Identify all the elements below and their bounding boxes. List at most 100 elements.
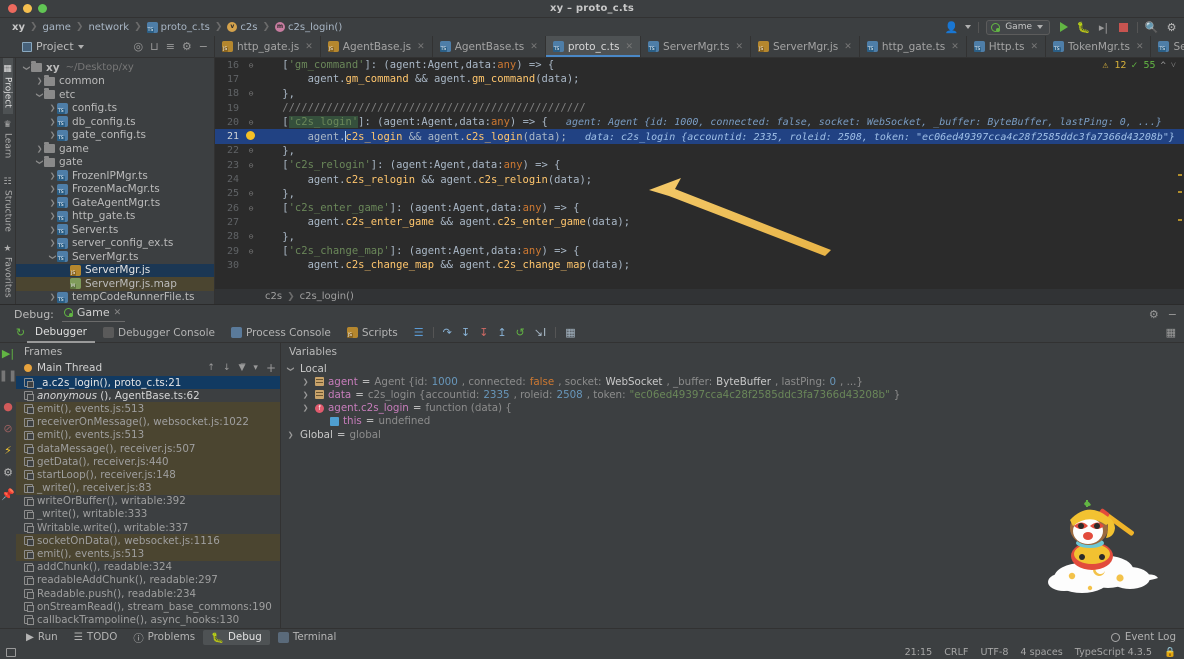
variable-row[interactable]: ❯ agent = Agent {id: 1000, connected: fal…: [281, 375, 1184, 388]
close-icon[interactable]: ✕: [417, 42, 425, 52]
frame-item[interactable]: onStreamRead(), stream_base_commons:190: [16, 600, 280, 613]
breadcrumb-network[interactable]: network: [88, 22, 129, 33]
chevron-down-icon[interactable]: ❯: [287, 363, 295, 374]
pause-icon[interactable]: ❚❚: [0, 369, 17, 382]
variable-row[interactable]: ❯ data = c2s_login {accountid: 2335, role…: [281, 388, 1184, 401]
editor-tab-servermgr-js[interactable]: ServerMgr.js ✕: [751, 36, 860, 57]
code-line[interactable]: 28 ⊖ },: [215, 230, 1184, 244]
chevron-right-icon[interactable]: ❯: [48, 185, 57, 193]
warning-count-badge[interactable]: ⚠ 12: [1102, 60, 1126, 71]
force-step-into-icon[interactable]: ↧: [479, 326, 488, 339]
chevron-down-icon[interactable]: ❯: [23, 63, 31, 72]
editor-tab-server-ts[interactable]: Server.ts✕: [1151, 36, 1184, 57]
tab-scripts[interactable]: Scripts: [339, 323, 406, 343]
close-icon[interactable]: ✕: [951, 42, 959, 52]
fold-marker[interactable]: ⊖: [245, 247, 257, 256]
tab-process-console[interactable]: Process Console: [223, 323, 339, 343]
editor-tab-servermgr-ts[interactable]: ServerMgr.ts ✕: [641, 36, 752, 57]
sidebar-item-structure[interactable]: ☷ Structure: [3, 171, 13, 238]
hide-icon[interactable]: −: [1168, 308, 1177, 321]
add-icon[interactable]: +: [266, 361, 276, 375]
code-line[interactable]: 18 ⊖ },: [215, 87, 1184, 101]
variable-row[interactable]: this = undefined: [281, 415, 1184, 428]
editor-breadcrumb-c2s[interactable]: c2s: [265, 291, 282, 302]
down-arrow-icon[interactable]: ↓: [223, 363, 231, 373]
tree-item[interactable]: ❯ gate_config.ts: [16, 129, 214, 143]
event-log-button[interactable]: Event Log: [1110, 631, 1184, 643]
tree-item[interactable]: ❯ xy ~/Desktop/xy: [16, 61, 214, 75]
frame-item[interactable]: _write(), receiver.js:83: [16, 481, 280, 495]
frame-item[interactable]: Writable.write(), writable:337: [16, 521, 280, 534]
frame-item[interactable]: _write(), writable:333: [16, 508, 280, 521]
step-over-icon[interactable]: ↷: [443, 326, 452, 339]
show-tool-windows-icon[interactable]: [6, 647, 16, 657]
tab-debugger[interactable]: Debugger: [27, 323, 95, 343]
code-line[interactable]: 26 ⊖ ['c2s_enter_game']: (agent:Agent,dat…: [215, 201, 1184, 215]
chevron-right-icon[interactable]: ❯: [48, 212, 57, 220]
code-line[interactable]: 30 agent.c2s_change_map && agent.c2s_cha…: [215, 258, 1184, 272]
layout-icon[interactable]: ▦: [565, 326, 575, 339]
settings-icon[interactable]: ⚙: [3, 466, 13, 479]
code-line[interactable]: 19 /////////////////////////////////////…: [215, 101, 1184, 115]
frame-item[interactable]: dataMessage(), receiver.js:507: [16, 441, 280, 456]
chevron-right-icon[interactable]: ❯: [48, 172, 57, 180]
search-icon[interactable]: 🔍: [1145, 21, 1159, 34]
close-icon[interactable]: ✕: [625, 42, 633, 52]
editor-tab-http_gate-ts[interactable]: http_gate.ts ✕: [859, 36, 967, 57]
code-line[interactable]: 17 agent.gm_command && agent.gm_command(…: [215, 72, 1184, 86]
tree-item[interactable]: ❯ GateAgentMgr.ts: [16, 196, 214, 210]
close-icon[interactable]: ✕: [305, 42, 313, 52]
frame-item[interactable]: emit(), events.js:513: [16, 547, 280, 561]
thread-selector[interactable]: Main Thread ↑ ↓ ▼̅ ▾ +: [16, 360, 280, 376]
tree-item[interactable]: ❯ server_config_ex.ts: [16, 237, 214, 251]
variable-row[interactable]: ❯ Local: [281, 362, 1184, 375]
chevron-right-icon[interactable]: ❯: [48, 131, 57, 139]
tree-item[interactable]: ❯ FrozenMacMgr.ts: [16, 183, 214, 197]
tree-item[interactable]: ❯ Server.ts: [16, 223, 214, 237]
frame-item[interactable]: emit(), events.js:513: [16, 402, 280, 416]
code-line[interactable]: 24 agent.c2s_relogin && agent.c2s_relogi…: [215, 172, 1184, 186]
project-tree-panel[interactable]: ❯xy~/Desktop/xy❯common❯etc❯config.ts❯db_…: [16, 58, 215, 304]
code-line[interactable]: 16 ⊖ ['gm_command']: (agent:Agent,data:an…: [215, 58, 1184, 72]
tree-item[interactable]: ❯ db_config.ts: [16, 115, 214, 129]
frame-item[interactable]: anonymous (), AgentBase.ts:62: [16, 389, 280, 402]
indent-setting[interactable]: 4 spaces: [1020, 647, 1062, 658]
breadcrumb-proto-c-ts[interactable]: proto_c.ts: [146, 21, 210, 33]
chevron-right-icon[interactable]: ❯: [300, 378, 311, 386]
tool-window-debug[interactable]: 🐛 Debug: [203, 629, 270, 645]
chevron-up-icon[interactable]: ^: [1161, 61, 1166, 71]
chevron-down-icon[interactable]: ❯: [36, 158, 44, 167]
tree-item[interactable]: ServerMgr.js: [16, 263, 214, 277]
chevron-right-icon[interactable]: ❯: [300, 391, 311, 399]
fold-marker[interactable]: ⊖: [245, 118, 257, 127]
project-tool-window-button[interactable]: Project: [22, 40, 84, 53]
code-editor[interactable]: ⚠ 12 ✓ 55 ^ ˅ 16 ⊖ ['gm_command']: (agent…: [215, 58, 1184, 288]
chevron-down-icon[interactable]: [965, 25, 972, 29]
code-line[interactable]: 25 ⊖ },: [215, 187, 1184, 201]
rerun-icon[interactable]: ↻: [14, 326, 27, 339]
pin-icon[interactable]: 📌: [1, 488, 15, 501]
close-icon[interactable]: ✕: [530, 42, 538, 52]
frame-item[interactable]: addChunk(), readable:324: [16, 561, 280, 574]
inspection-ok-badge[interactable]: ✓ 55: [1131, 60, 1155, 71]
dropdown-icon[interactable]: ▾: [253, 363, 258, 373]
chevron-right-icon[interactable]: ❯: [48, 239, 57, 247]
code-line[interactable]: 21 agent.c2s_login && agent.c2s_login(da…: [215, 129, 1184, 144]
frame-item[interactable]: receiverOnMessage(), websocket.js:1022: [16, 415, 280, 429]
variables-list[interactable]: ❯ Local ❯ agent = Agent {id: 1000, connecte…: [281, 360, 1184, 441]
frame-item[interactable]: emit(), events.js:513: [16, 428, 280, 442]
code-line[interactable]: 22 ⊖ },: [215, 144, 1184, 158]
chevron-right-icon[interactable]: ❯: [48, 226, 57, 234]
run-to-cursor-icon[interactable]: ↺: [516, 326, 525, 339]
editor-tab-proto_c-ts[interactable]: proto_c.ts ✕: [545, 36, 642, 57]
code-line[interactable]: 20 ⊖ ['c2s_login']: (agent:Agent,data:any…: [215, 115, 1184, 129]
show-execution-point-icon[interactable]: ☰: [414, 326, 424, 339]
tree-item[interactable]: ❯ etc: [16, 88, 214, 102]
chevron-right-icon[interactable]: ❯: [48, 104, 57, 112]
editor-breadcrumb-method[interactable]: c2s_login(): [300, 291, 354, 302]
language-version[interactable]: TypeScript 4.3.5: [1075, 647, 1152, 658]
step-out-icon[interactable]: ↥: [497, 326, 506, 339]
sidebar-item-learn[interactable]: ♛ Learn: [3, 114, 13, 164]
chevron-right-icon[interactable]: ❯: [48, 293, 57, 301]
layout-settings-icon[interactable]: ▦: [1166, 326, 1176, 339]
